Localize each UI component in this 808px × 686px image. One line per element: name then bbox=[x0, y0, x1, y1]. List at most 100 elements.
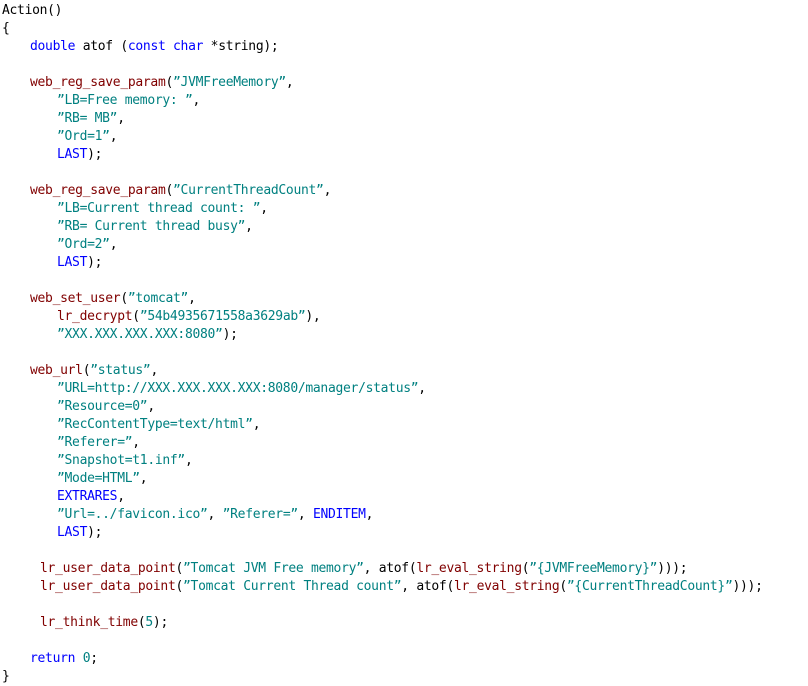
code-line: ”Ord=2”, bbox=[2, 236, 808, 254]
code-token-fn: lr_eval_string bbox=[453, 579, 560, 594]
code-token-plain: , bbox=[117, 489, 125, 504]
code-token-num: 5 bbox=[145, 615, 153, 630]
code-line: } bbox=[2, 668, 808, 686]
code-token-str: ”Ord=1” bbox=[57, 129, 110, 144]
code-token-str: ”RB= Current thread busy” bbox=[57, 219, 246, 234]
code-token-str: ”Referer=” bbox=[57, 435, 133, 450]
code-token-str: ”Resource=0” bbox=[57, 399, 148, 414]
code-line: LAST); bbox=[2, 146, 808, 164]
code-token-plain: ( bbox=[132, 309, 140, 324]
code-token-plain: ); bbox=[87, 147, 103, 162]
code-token-str: ”Tomcat JVM Free memory” bbox=[183, 561, 364, 576]
code-token-plain: ( bbox=[120, 291, 128, 306]
code-line: Action() bbox=[2, 2, 808, 20]
code-token-str: ”LB=Free memory: ” bbox=[57, 93, 193, 108]
code-line: return 0; bbox=[2, 650, 808, 668]
code-token-kw: double bbox=[30, 39, 76, 54]
code-line: ”URL=http://XXX.XXX.XXX.XXX:8080/manager… bbox=[2, 380, 808, 398]
code-line: ”Snapshot=t1.inf”, bbox=[2, 452, 808, 470]
code-line: ”RB= Current thread busy”, bbox=[2, 218, 808, 236]
code-line: lr_decrypt(”54b4935671558a3629ab”), bbox=[2, 308, 808, 326]
code-token-plain: ), bbox=[305, 309, 321, 324]
code-token-kw: LAST bbox=[57, 525, 88, 540]
code-line: ”XXX.XXX.XXX.XXX:8080”); bbox=[2, 326, 808, 344]
code-token-plain: ); bbox=[222, 327, 238, 342]
code-token-str: ”URL=http://XXX.XXX.XXX.XXX:8080/manager… bbox=[57, 381, 419, 396]
code-token-plain: ); bbox=[87, 255, 103, 270]
code-token-fn: lr_eval_string bbox=[416, 561, 522, 576]
code-token-num: 0 bbox=[82, 651, 91, 666]
code-token-plain: , bbox=[132, 435, 140, 450]
code-token-kw: char bbox=[173, 39, 204, 54]
code-token-plain: , bbox=[207, 507, 223, 522]
code-token-plain: , bbox=[184, 453, 193, 468]
code-token-plain: , atof( bbox=[363, 561, 417, 576]
code-line: lr_think_time(5); bbox=[2, 614, 808, 632]
code-token-plain: , bbox=[109, 129, 118, 144]
code-token-plain: *string); bbox=[203, 39, 279, 54]
code-token-plain: atof ( bbox=[75, 39, 128, 54]
code-token-plain: , bbox=[139, 471, 148, 486]
code-token-plain: , bbox=[285, 75, 294, 90]
code-token-plain: ; bbox=[90, 651, 98, 666]
code-line: ”Resource=0”, bbox=[2, 398, 808, 416]
code-line: lr_user_data_point(”Tomcat Current Threa… bbox=[2, 578, 808, 596]
code-line: web_url(”status”, bbox=[2, 362, 808, 380]
code-token-str: ”Mode=HTML” bbox=[57, 471, 140, 486]
code-token-plain: ))); bbox=[732, 579, 763, 594]
code-token-fn: lr_user_data_point bbox=[40, 561, 176, 576]
code-editor[interactable]: Action() {double atof (const char *string… bbox=[0, 0, 808, 684]
code-token-str: ”LB=Current thread count: ” bbox=[57, 201, 261, 216]
code-token-fn: web_set_user bbox=[30, 291, 121, 306]
code-token-str: ”Tomcat Current Thread count” bbox=[183, 579, 402, 594]
code-line: ”RecContentType=text/html”, bbox=[2, 416, 808, 434]
code-token-str: ”RecContentType=text/html” bbox=[57, 417, 253, 432]
code-token-str: ”XXX.XXX.XXX.XXX:8080” bbox=[57, 327, 223, 342]
code-token-fn: web_reg_save_param bbox=[30, 75, 166, 90]
code-token-kw: ENDITEM bbox=[312, 507, 366, 522]
code-token-plain: ); bbox=[87, 525, 103, 540]
code-token-fn: web_reg_save_param bbox=[30, 183, 166, 198]
code-token-plain: , bbox=[260, 201, 268, 216]
code-listing[interactable]: Action() {double atof (const char *string… bbox=[2, 2, 808, 686]
code-token-str: ”Referer=” bbox=[222, 507, 299, 522]
code-token-plain: , bbox=[150, 363, 158, 378]
code-line: ”Referer=”, bbox=[2, 434, 808, 452]
code-line: EXTRARES, bbox=[2, 488, 808, 506]
code-token-plain: , bbox=[297, 507, 313, 522]
code-token-str: ”{CurrentThreadCount}” bbox=[566, 579, 733, 594]
code-token-plain: , bbox=[418, 381, 426, 396]
code-line: ”RB= MB”, bbox=[2, 110, 808, 128]
code-token-kw: return bbox=[30, 651, 76, 666]
code-line: web_reg_save_param(”JVMFreeMemory”, bbox=[2, 74, 808, 92]
code-token-plain: , bbox=[147, 399, 155, 414]
code-line: ”LB=Current thread count: ”, bbox=[2, 200, 808, 218]
code-line: LAST); bbox=[2, 254, 808, 272]
code-line: LAST); bbox=[2, 524, 808, 542]
code-token-plain: ( bbox=[165, 183, 174, 198]
code-token-plain: ))); bbox=[657, 561, 688, 576]
code-line: web_reg_save_param(”CurrentThreadCount”, bbox=[2, 182, 808, 200]
code-token-plain: , bbox=[245, 219, 253, 234]
code-token-kw: LAST bbox=[57, 255, 88, 270]
code-token-fn: lr_user_data_point bbox=[40, 579, 176, 594]
code-token-plain: , bbox=[109, 237, 118, 252]
code-token-plain: , bbox=[192, 93, 201, 108]
code-line: double atof (const char *string); bbox=[2, 38, 808, 56]
code-token-plain: , bbox=[365, 507, 374, 522]
code-token-str: ”Snapshot=t1.inf” bbox=[57, 453, 185, 468]
code-token-kw: const bbox=[127, 39, 166, 54]
code-line: { bbox=[2, 20, 808, 38]
code-token-fn: lr_think_time bbox=[40, 615, 138, 630]
code-token-plain: ( bbox=[175, 579, 184, 594]
code-token-str: ”Ord=2” bbox=[57, 237, 110, 252]
code-token-plain: ( bbox=[165, 75, 174, 90]
code-token-plain: , bbox=[323, 183, 332, 198]
code-token-plain: , bbox=[252, 417, 261, 432]
